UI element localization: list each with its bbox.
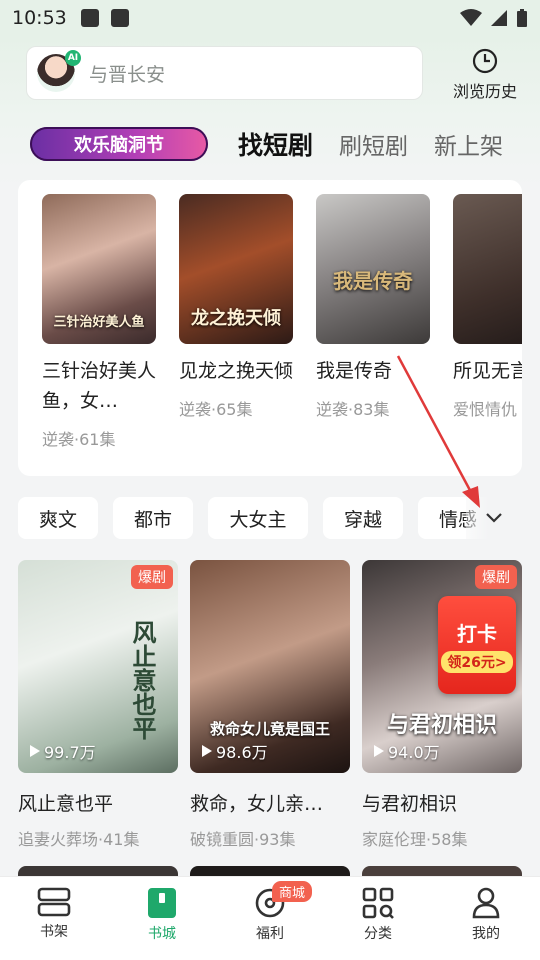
drama-title: 所见无言 <box>453 360 522 382</box>
checkin-promo[interactable]: 打卡 领26元> <box>438 596 516 694</box>
battery-icon <box>517 9 527 27</box>
drama-meta: 逆袭·83集 <box>316 400 390 419</box>
browse-history-button[interactable]: 浏览历史 <box>440 48 530 104</box>
play-icon <box>30 745 40 757</box>
search-bar[interactable]: AI 与晋长安 <box>26 46 423 100</box>
drama-grid-item[interactable]: 救命女儿竟是国王 98.6万 救命，女儿亲… 破镜重圆·93集 <box>190 560 350 850</box>
play-count: 99.7万 <box>30 739 96 763</box>
drama-poster[interactable]: 风止意也平 爆剧 99.7万 <box>18 560 178 773</box>
status-bar: 10:53 <box>0 0 540 36</box>
drama-title: 救命，女儿亲… <box>190 793 324 815</box>
drama-poster[interactable]: 救命女儿竟是国王 98.6万 <box>190 560 350 773</box>
genre-chip[interactable]: 大女主 <box>208 497 308 539</box>
poster-title-art: 三针治好美人鱼 <box>53 315 145 330</box>
expand-genres-button[interactable] <box>466 497 522 539</box>
drama-grid-item[interactable]: 与君初相识 爆剧 打卡 领26元> 94.0万 与君初相识 家庭伦理·58集 <box>362 560 522 850</box>
chevron-down-icon <box>486 513 502 523</box>
category-icon <box>362 887 394 919</box>
drama-title: 风止意也平 <box>18 793 114 815</box>
featured-drama-card: 三针治好美人鱼 三针治好美人鱼，女… 逆袭·61集 龙之挽天倾 见龙之挽天倾 逆… <box>18 180 522 476</box>
profile-icon <box>472 887 500 919</box>
nav-category[interactable]: 分类 <box>324 877 432 960</box>
drama-poster[interactable]: 与君初相识 爆剧 打卡 领26元> 94.0万 <box>362 560 522 773</box>
poster-title-art: 与君初相识 <box>386 712 497 738</box>
poster-title-art: 我是传奇 <box>333 269 413 293</box>
app-notification-icon <box>110 9 129 27</box>
nav-label: 分类 <box>364 926 392 942</box>
featured-item[interactable]: 三针治好美人鱼 三针治好美人鱼，女… 逆袭·61集 <box>42 194 158 450</box>
drama-meta: 逆袭·61集 <box>42 430 116 449</box>
hot-badge: 爆剧 <box>475 565 517 589</box>
drama-title: 三针治好美人鱼，女… <box>42 360 157 412</box>
promo-reward: 领26元> <box>441 650 513 673</box>
festival-banner-tab[interactable]: 欢乐脑洞节 <box>30 127 208 161</box>
play-count: 94.0万 <box>374 739 440 763</box>
drama-title: 见龙之挽天倾 <box>179 360 294 382</box>
status-indicators <box>460 8 528 28</box>
featured-item[interactable]: 所见无言 爱恨情仇 <box>453 194 522 420</box>
drama-meta: 追妻火葬场·41集 <box>18 830 140 849</box>
nav-bookshelf[interactable]: 书架 <box>0 877 108 960</box>
drama-meta: 家庭伦理·58集 <box>362 830 468 849</box>
drama-meta: 爱恨情仇 <box>453 400 518 419</box>
play-count-value: 94.0万 <box>388 743 440 762</box>
signal-icon <box>491 10 507 26</box>
clock-icon <box>472 48 498 74</box>
promo-title: 打卡 <box>457 621 497 646</box>
featured-item[interactable]: 龙之挽天倾 见龙之挽天倾 逆袭·65集 <box>179 194 295 420</box>
tab-swipe-drama[interactable]: 刷短剧 <box>339 127 408 161</box>
search-placeholder: 与晋长安 <box>89 63 166 86</box>
ai-badge: AI <box>65 50 81 66</box>
drama-poster[interactable] <box>453 194 522 344</box>
nav-label: 我的 <box>472 926 500 942</box>
drama-poster[interactable]: 龙之挽天倾 <box>179 194 293 344</box>
drama-meta: 破镜重圆·93集 <box>190 830 296 849</box>
featured-item[interactable]: 我是传奇 我是传奇 逆袭·83集 <box>316 194 432 420</box>
play-icon <box>374 745 384 757</box>
play-count-value: 98.6万 <box>216 743 268 762</box>
hot-badge: 爆剧 <box>131 565 173 589</box>
tab-find-drama[interactable]: 找短剧 <box>238 126 313 162</box>
genre-filter-bar: 爽文 都市 大女主 穿越 情感 <box>18 497 522 539</box>
genre-chip[interactable]: 爽文 <box>18 497 98 539</box>
bookstore-icon <box>148 888 176 918</box>
drama-poster[interactable]: 三针治好美人鱼 <box>42 194 156 344</box>
nav-profile[interactable]: 我的 <box>432 877 540 960</box>
nav-label: 书架 <box>40 924 68 940</box>
drama-poster[interactable]: 我是传奇 <box>316 194 430 344</box>
drama-meta: 逆袭·65集 <box>179 400 253 419</box>
genre-chip[interactable]: 都市 <box>113 497 193 539</box>
tab-new-releases[interactable]: 新上架 <box>434 127 503 161</box>
ai-avatar[interactable]: AI <box>37 50 81 92</box>
poster-title-art: 风止意也平 <box>128 620 157 740</box>
drama-title: 我是传奇 <box>316 360 393 382</box>
drama-grid-item[interactable]: 风止意也平 爆剧 99.7万 风止意也平 追妻火葬场·41集 <box>18 560 178 850</box>
gallery-icon <box>80 9 99 27</box>
browse-history-label: 浏览历史 <box>452 82 517 101</box>
wifi-icon <box>460 9 482 26</box>
play-icon <box>202 745 212 757</box>
bottom-navigation: 书架 书城 商城 福利 分类 我的 <box>0 876 540 960</box>
nav-label: 书城 <box>148 926 176 942</box>
nav-label: 福利 <box>256 926 284 942</box>
drama-title: 与君初相识 <box>362 793 458 815</box>
poster-title-art: 龙之挽天倾 <box>191 308 281 329</box>
bookshelf-icon <box>37 887 71 917</box>
play-count-value: 99.7万 <box>44 743 96 762</box>
status-time: 10:53 <box>12 7 67 29</box>
genre-chip[interactable]: 穿越 <box>323 497 403 539</box>
mall-badge: 商城 <box>272 881 313 902</box>
top-tabs: 欢乐脑洞节 找短剧 刷短剧 新上架 <box>0 118 540 170</box>
nav-welfare[interactable]: 商城 福利 <box>216 877 324 960</box>
play-count: 98.6万 <box>202 739 268 763</box>
poster-title-art: 救命女儿竟是国王 <box>209 720 330 738</box>
nav-bookstore[interactable]: 书城 <box>108 877 216 960</box>
